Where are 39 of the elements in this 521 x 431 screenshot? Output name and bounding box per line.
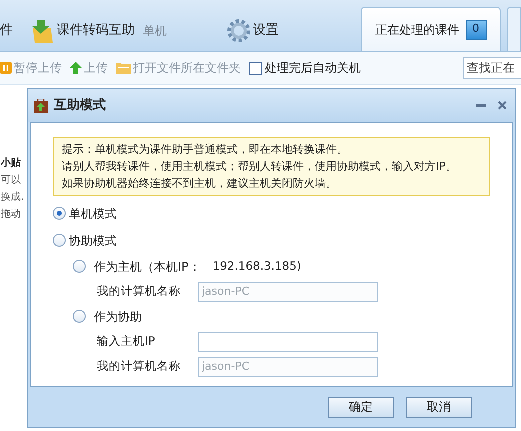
count-badge: 0 — [466, 20, 486, 40]
tip-text: 小贴 — [1, 156, 21, 171]
dialog-title: 互助模式 — [54, 96, 106, 115]
menu-item[interactable]: 件 — [0, 21, 13, 41]
tab[interactable]: 正在处理的课件 0 — [361, 7, 501, 51]
radio-label: 协助模式 — [69, 232, 117, 250]
radio-button[interactable] — [53, 234, 66, 247]
gear-icon — [227, 19, 251, 43]
ip-address: 192.168.3.185) — [212, 258, 302, 275]
tab[interactable] — [507, 7, 521, 51]
checkbox[interactable] — [249, 62, 262, 74]
checkbox-label: 处理完后自动关机 — [265, 60, 361, 77]
toolbox-icon — [34, 98, 48, 112]
radio-label: 作为主机（本机IP： — [94, 258, 201, 276]
folder-arrow-icon — [31, 18, 55, 44]
tip-text: 换成. — [1, 190, 24, 205]
hint-text: 请别人帮我转课件，使用主机模式；帮别人转课件，使用协助模式，输入对方IP。 — [62, 159, 458, 175]
folder-icon — [116, 62, 131, 74]
menu-item[interactable]: 设置 — [253, 21, 279, 41]
radio-button[interactable] — [53, 207, 66, 220]
tip-text: 可以 — [1, 174, 21, 188]
tip-text: 拖动 — [1, 208, 21, 222]
search-field[interactable]: 查找正在 — [463, 57, 521, 79]
field-label: 我的计算机名称 — [97, 282, 182, 300]
radio-button[interactable] — [73, 260, 86, 273]
menu-item[interactable]: 课件转码互助 — [57, 21, 135, 41]
radio-label: 作为协助 — [94, 308, 142, 326]
field-label: 输入主机IP — [97, 332, 156, 350]
input-field[interactable] — [198, 332, 378, 352]
radio-label: 单机模式 — [69, 206, 117, 222]
close-icon[interactable] — [498, 101, 507, 110]
hint-text: 如果协助机器始终连接不到主机，建议主机关闭防火墙。 — [62, 176, 338, 192]
dialog-button[interactable]: 取消 — [406, 396, 472, 418]
hint-text: 提示：单机模式为课件助手普通模式，即在本地转换课件。 — [62, 142, 349, 158]
up-arrow-icon — [70, 62, 82, 74]
field-label: 我的计算机名称 — [97, 358, 182, 375]
radio-button[interactable] — [73, 310, 86, 323]
mode-label: 单机 — [143, 23, 167, 40]
dialog-button[interactable]: 确定 — [328, 396, 394, 418]
